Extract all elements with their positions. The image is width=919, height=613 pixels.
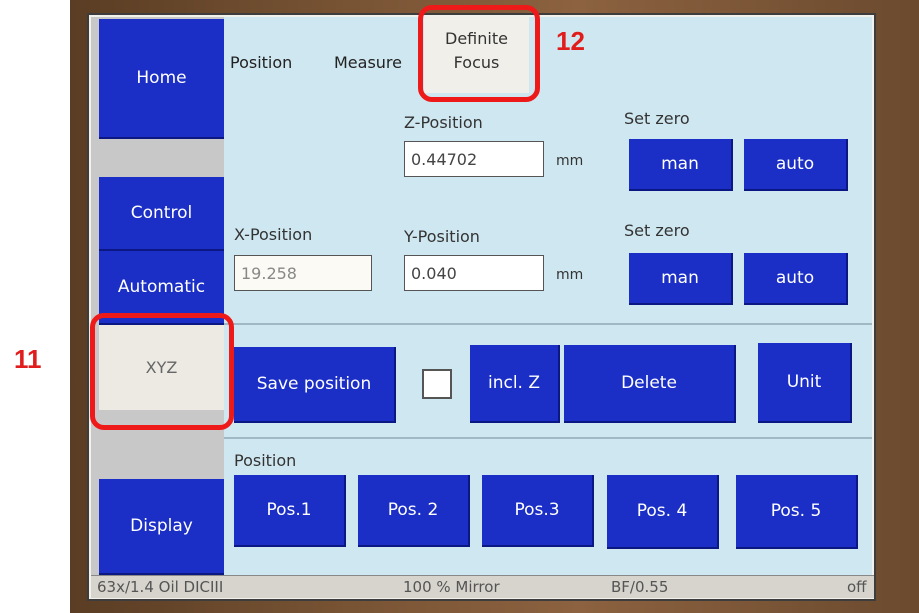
tab-measure[interactable]: Measure xyxy=(334,53,402,72)
z-set-zero-label: Set zero xyxy=(624,109,690,128)
xy-set-zero-auto-button[interactable]: auto xyxy=(744,253,848,305)
z-position-field[interactable] xyxy=(404,141,544,177)
sidebar-item-control[interactable]: Control xyxy=(99,177,226,251)
pos-1-button[interactable]: Pos.1 xyxy=(234,475,346,547)
status-objective: 63x/1.4 Oil DICIII xyxy=(97,578,224,596)
pos-2-button[interactable]: Pos. 2 xyxy=(358,475,470,547)
unit-button[interactable]: Unit xyxy=(758,343,852,423)
xy-set-zero-label: Set zero xyxy=(624,221,690,240)
pos-4-button[interactable]: Pos. 4 xyxy=(607,475,719,549)
y-position-label: Y-Position xyxy=(404,227,480,246)
save-position-checkbox[interactable] xyxy=(422,369,452,399)
main-panel: Position Measure Definite Focus Z-Positi… xyxy=(224,17,872,575)
x-position-field[interactable] xyxy=(234,255,372,291)
section-divider xyxy=(224,323,872,325)
save-position-button[interactable]: Save position xyxy=(234,347,396,423)
z-set-zero-man-button[interactable]: man xyxy=(629,139,733,191)
x-position-label: X-Position xyxy=(234,225,313,244)
pos-3-button[interactable]: Pos.3 xyxy=(482,475,594,547)
sidebar-item-home[interactable]: Home xyxy=(99,19,226,139)
xyz-callout-number: 11 xyxy=(14,344,42,374)
focus-callout-frame xyxy=(418,5,540,102)
status-condenser: BF/0.55 xyxy=(611,578,669,596)
delete-button[interactable]: Delete xyxy=(564,345,736,423)
status-mirror: 100 % Mirror xyxy=(403,578,500,596)
status-state: off xyxy=(847,578,867,596)
y-position-field[interactable] xyxy=(404,255,544,291)
pos-5-button[interactable]: Pos. 5 xyxy=(736,475,858,549)
status-bar: 63x/1.4 Oil DICIII 100 % Mirror BF/0.55 … xyxy=(91,575,874,598)
xy-unit-label: mm xyxy=(556,267,584,283)
sidebar: Home Control Automatic XYZ Display xyxy=(91,17,226,575)
xy-set-zero-man-button[interactable]: man xyxy=(629,253,733,305)
incl-z-button[interactable]: incl. Z xyxy=(470,345,560,423)
section-divider-2 xyxy=(224,437,872,439)
tab-position[interactable]: Position xyxy=(230,53,292,72)
positions-label: Position xyxy=(234,451,297,470)
z-set-zero-auto-button[interactable]: auto xyxy=(744,139,848,191)
xyz-callout-frame xyxy=(90,313,234,430)
z-position-label: Z-Position xyxy=(404,113,483,132)
focus-callout-number: 12 xyxy=(556,26,585,56)
z-unit-label: mm xyxy=(556,153,584,169)
sidebar-item-display[interactable]: Display xyxy=(99,479,226,575)
